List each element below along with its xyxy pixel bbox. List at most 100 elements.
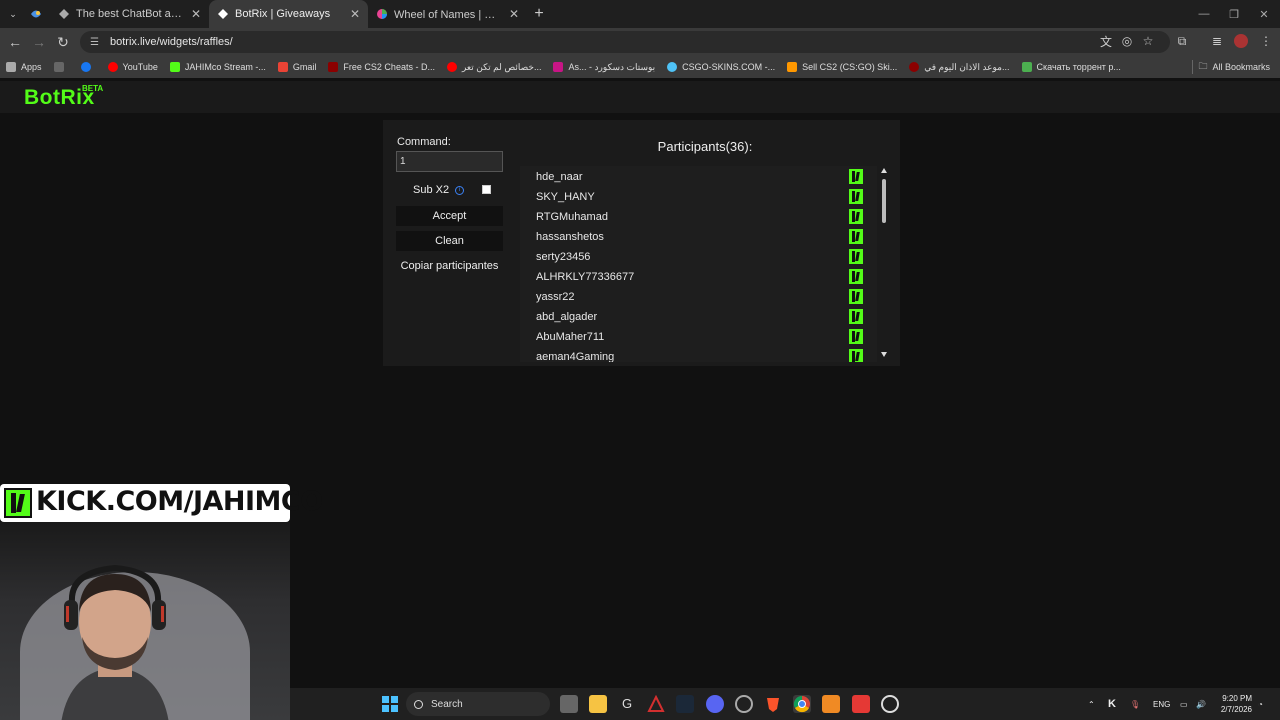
bookmark-sell-cs2[interactable]: Sell CS2 (CS:GO) Ski... [787,62,897,72]
list-item[interactable]: yassr22 [520,287,877,307]
app-orange-icon[interactable] [822,695,840,713]
extensions-icon[interactable]: ⧉ [1174,33,1190,49]
bookmark-star-icon[interactable]: ☆ [1140,33,1156,49]
volume-icon[interactable]: 🔊 [1196,690,1206,718]
tab-label: The best ChatBot and Widgets [76,8,185,20]
kick-tray-icon[interactable]: K [1108,690,1116,718]
info-icon[interactable]: i [455,185,465,195]
language-indicator[interactable]: ENG [1153,690,1170,718]
reading-list-icon[interactable]: ≣ [1209,33,1225,49]
restore-icon[interactable]: ❐ [1218,0,1250,28]
chrome-icon[interactable] [793,695,811,713]
accept-button[interactable]: Accept [396,206,503,226]
sub-x2-checkbox[interactable] [482,185,491,194]
task-view-icon[interactable] [560,695,578,713]
brave-icon[interactable] [764,695,782,713]
scroll-up-icon[interactable] [881,168,887,173]
list-item[interactable]: serty23456 [520,247,877,267]
list-item[interactable]: AbuMaher711 [520,327,877,347]
tab-close-icon[interactable]: ✕ [350,7,360,21]
tab-close-icon[interactable]: ✕ [509,7,519,21]
participants-list[interactable]: hde_naar SKY_HANY RTGMuhamad hassansheto… [520,166,877,362]
bookmark-label: موعد الاذان اليوم في... [924,61,1010,72]
sub-x2-label: Sub X2 [413,184,450,196]
list-item[interactable]: RTGMuhamad [520,207,877,227]
site-header [0,81,1280,113]
bookmark-arabic-youtube[interactable]: خصائص لم تكن تعر... [446,61,542,73]
network-icon[interactable]: ▭ [1180,690,1188,718]
discord-icon[interactable] [706,695,724,713]
reload-icon[interactable]: ↻ [51,30,75,54]
scroll-down-icon[interactable] [881,352,887,357]
pinned-tab[interactable] [22,0,50,28]
tab-botrix-giveaways[interactable]: BotRix | Giveaways ✕ [209,0,368,28]
list-item[interactable]: hassanshetos [520,227,877,247]
new-tab-icon[interactable]: + [527,5,551,23]
close-window-icon[interactable]: ✕ [1248,0,1280,28]
command-input[interactable] [396,151,503,172]
back-icon[interactable]: ← [3,30,27,54]
logitech-g-icon[interactable]: G [618,695,636,713]
bookmarks-bar: Apps YouTube JAHIMco Stream -... Gmail F… [0,56,1280,78]
participants-title: Participants(36): [657,139,753,154]
kick-icon [849,229,863,244]
kick-icon [849,169,863,184]
bookmark-label: JAHIMco Stream -... [184,62,266,72]
tray-chevron-icon[interactable]: ⌃ [1088,690,1095,718]
list-item[interactable]: aeman4Gaming [520,347,877,362]
file-explorer-icon[interactable] [589,695,607,713]
bookmark-label: Gmail [292,62,317,72]
tab-chatbot[interactable]: The best ChatBot and Widgets ✕ [50,0,209,28]
obs-icon[interactable] [735,695,753,713]
list-item[interactable]: ALHRKLY77336677 [520,267,877,287]
forward-icon[interactable]: → [27,30,51,54]
scroll-thumb[interactable] [882,179,886,223]
steelseries-icon[interactable] [881,695,899,713]
bookmark-cs2-cheats[interactable]: Free CS2 Cheats - D... [328,62,435,72]
clock-date: 2/7/2026 [1220,705,1252,714]
clean-button[interactable]: Clean [396,231,503,251]
minimize-icon[interactable]: — [1188,0,1220,28]
notifications-icon[interactable]: ◔ [1258,690,1263,718]
webcam-feed [0,522,290,720]
profile-avatar[interactable] [1233,33,1249,49]
windows-start-icon[interactable] [381,695,399,713]
bookmark-torrent[interactable]: Скачать торрент р... [1021,62,1121,72]
site-settings-icon[interactable]: ☰ [90,37,102,48]
bookmark-csgo-skins[interactable]: CSGO-SKINS.COM -... [667,62,775,72]
bookmark-facebook[interactable] [80,62,96,72]
app-red-icon[interactable] [852,695,870,713]
torrent-icon [1021,62,1032,72]
list-item[interactable]: SKY_HANY [520,187,877,207]
participant-name: RTGMuhamad [536,211,608,223]
kick-icon [849,309,863,324]
app-red-triangle-icon[interactable] [647,694,665,713]
taskbar-search[interactable]: Search [406,692,550,716]
bookmark-apps[interactable]: Apps [6,62,42,72]
bookmark-discord-posts[interactable]: As... - بوستات دسكورد [553,62,655,73]
list-item[interactable]: abd_algader [520,307,877,327]
sell-skins-icon [787,62,798,72]
list-item[interactable]: hde_naar [520,167,877,187]
bookmark-label: Sell CS2 (CS:GO) Ski... [802,62,898,72]
participant-name: hde_naar [536,171,583,183]
bookmark-grid[interactable] [53,62,69,72]
address-bar[interactable]: ☰ botrix.live/widgets/raffles/ [80,31,1170,53]
tab-search-icon[interactable]: ⌄ [4,5,22,23]
browser-menu-icon[interactable]: ⋮ [1258,33,1274,49]
steam-icon[interactable] [676,695,694,713]
copy-participants-button[interactable]: Copiar participantes [396,256,503,276]
all-bookmarks[interactable]: 🗀 All Bookmarks [1198,56,1270,78]
bookmark-prayer-times[interactable]: موعد الاذان اليوم في... [909,61,1010,73]
bookmark-jahimco[interactable]: JAHIMco Stream -... [169,62,266,72]
bookmark-youtube[interactable]: YouTube [107,62,158,72]
tab-wheel-of-names[interactable]: Wheel of Names | عجلة الأسماء العشوائي ✕ [368,0,527,28]
translate-icon[interactable]: 文 [1098,33,1114,49]
tab-close-icon[interactable]: ✕ [191,7,201,21]
browser-tab-strip: ⌄ The best ChatBot and Widgets ✕ BotRix … [0,0,1280,28]
microphone-icon[interactable]: 🎙 [1130,690,1140,718]
bookmark-gmail[interactable]: Gmail [277,62,317,72]
bookmark-label: خصائص لم تكن تعر... [461,61,542,72]
taskbar-clock[interactable]: 9:20 PM 2/7/2026 [1212,693,1252,715]
eye-off-icon[interactable]: ◎ [1119,33,1135,49]
